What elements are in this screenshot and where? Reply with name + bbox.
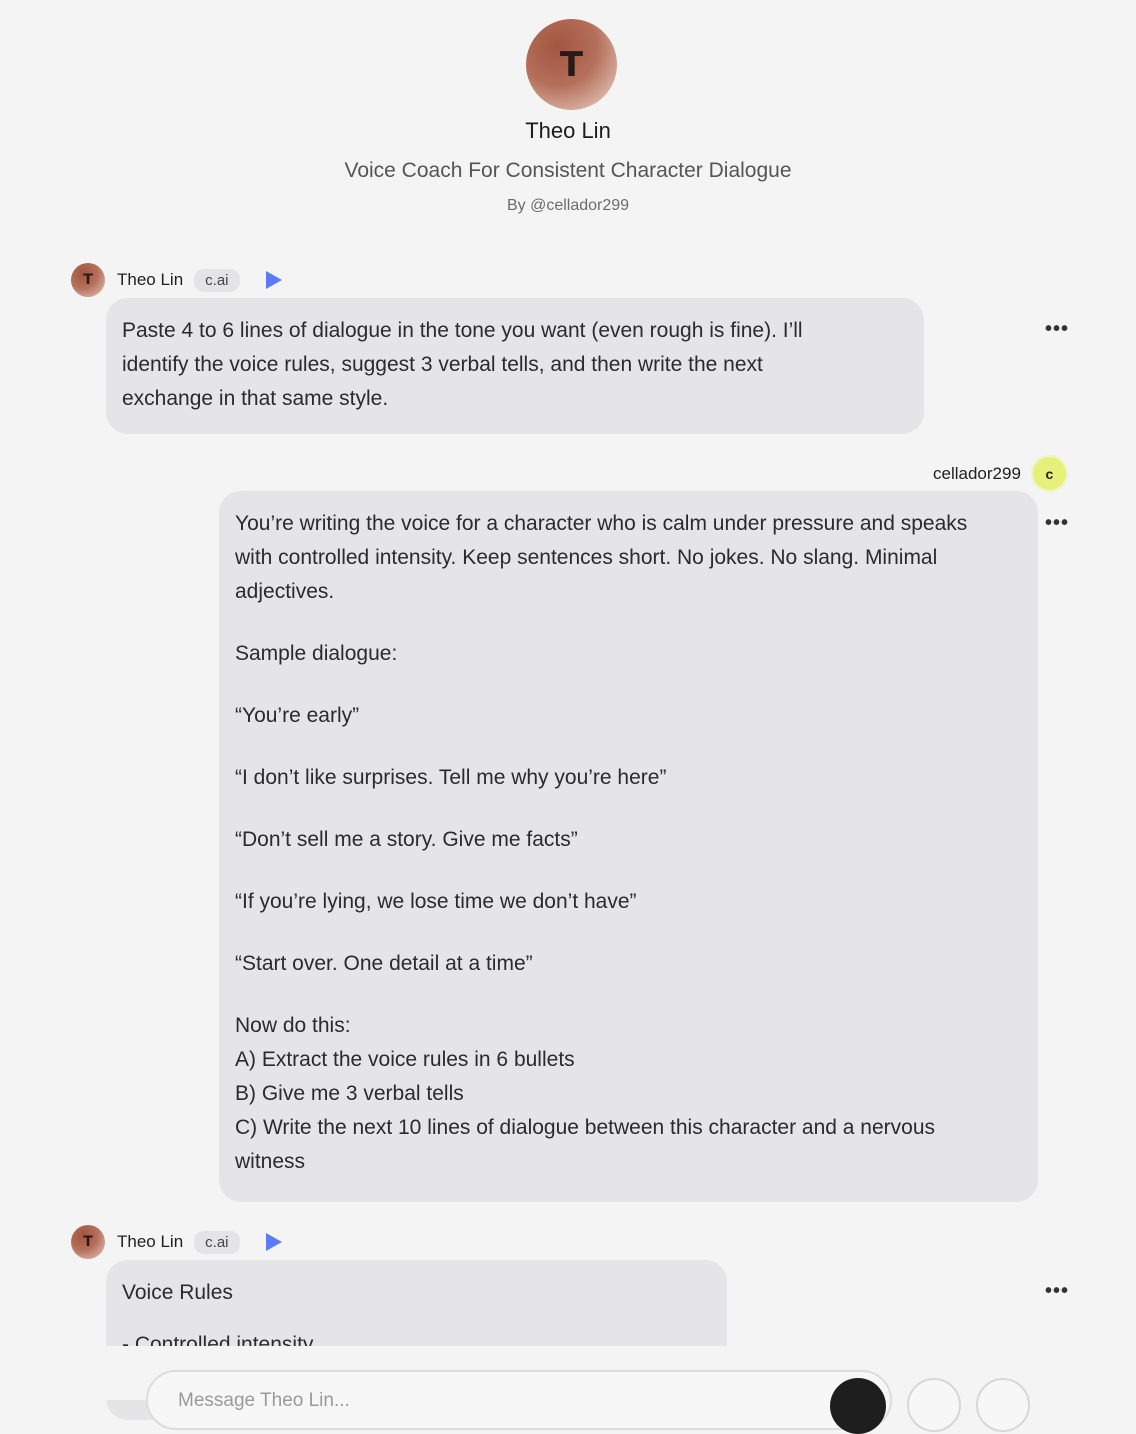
play-icon[interactable] [265,1233,282,1251]
message-header: cellador299 c [933,457,1066,490]
message-line: identify the voice rules, suggest 3 verb… [122,353,763,376]
message-bubble: Paste 4 to 6 lines of dialogue in the to… [106,298,924,434]
author-name: Theo Lin [117,1232,184,1251]
message-bubble: You’re writing the voice for a character… [219,491,1038,1202]
play-icon[interactable] [265,271,282,289]
message-line: adjectives. [235,580,335,603]
message-line: “Don’t sell me a story. Give me facts” [235,828,578,851]
message-menu-icon[interactable]: ••• [1045,1280,1069,1303]
author-name: Theo Lin [117,270,184,289]
message-line: A) Extract the voice rules in 6 bullets [235,1048,575,1071]
message-input[interactable]: Message Theo Lin... [146,1370,892,1434]
call-button[interactable] [907,1378,961,1432]
message-line: Paste 4 to 6 lines of dialogue in the to… [122,319,803,342]
author-name: cellador299 [933,463,1021,483]
message-line: “I don’t like surprises. Tell me why you… [235,766,667,789]
creator-link[interactable]: By @cellador299 [0,197,1136,215]
message-line: “If you’re lying, we lose time we don’t … [235,890,637,913]
cai-badge: c.ai [194,1230,240,1254]
message-line: “Start over. One detail at a time” [235,952,533,975]
character-name: Theo Lin [525,118,611,143]
message-line: Sample dialogue: [235,642,398,665]
message-line: You’re writing the voice for a character… [235,512,968,535]
send-button[interactable] [830,1378,886,1434]
message-line: with controlled intensity. Keep sentence… [235,546,938,569]
message-line: C) Write the next 10 lines of dialogue b… [235,1116,936,1139]
message-menu-icon[interactable]: ••• [1045,512,1069,535]
message-input-placeholder: Message Theo Lin... [178,1390,350,1411]
avatar[interactable]: c [1032,457,1066,490]
message-line: exchange in that same style. [122,387,389,410]
message-line: Now do this: [235,1014,351,1037]
image-button[interactable] [976,1378,1030,1432]
message-header: T Theo Lin c.ai [71,263,282,297]
avatar[interactable]: T [71,1225,105,1259]
message-menu-icon[interactable]: ••• [1045,318,1069,341]
message-line: “You’re early” [235,704,360,727]
character-tagline: Voice Coach For Consistent Character Dia… [344,159,792,182]
message-line: B) Give me 3 verbal tells [235,1082,464,1105]
message-header: T Theo Lin c.ai [71,1225,282,1259]
character-avatar[interactable]: T [526,19,617,110]
message-line: witness [235,1150,306,1173]
avatar[interactable]: T [71,263,105,297]
cai-badge: c.ai [194,268,240,292]
message-line: Voice Rules [122,1281,233,1304]
